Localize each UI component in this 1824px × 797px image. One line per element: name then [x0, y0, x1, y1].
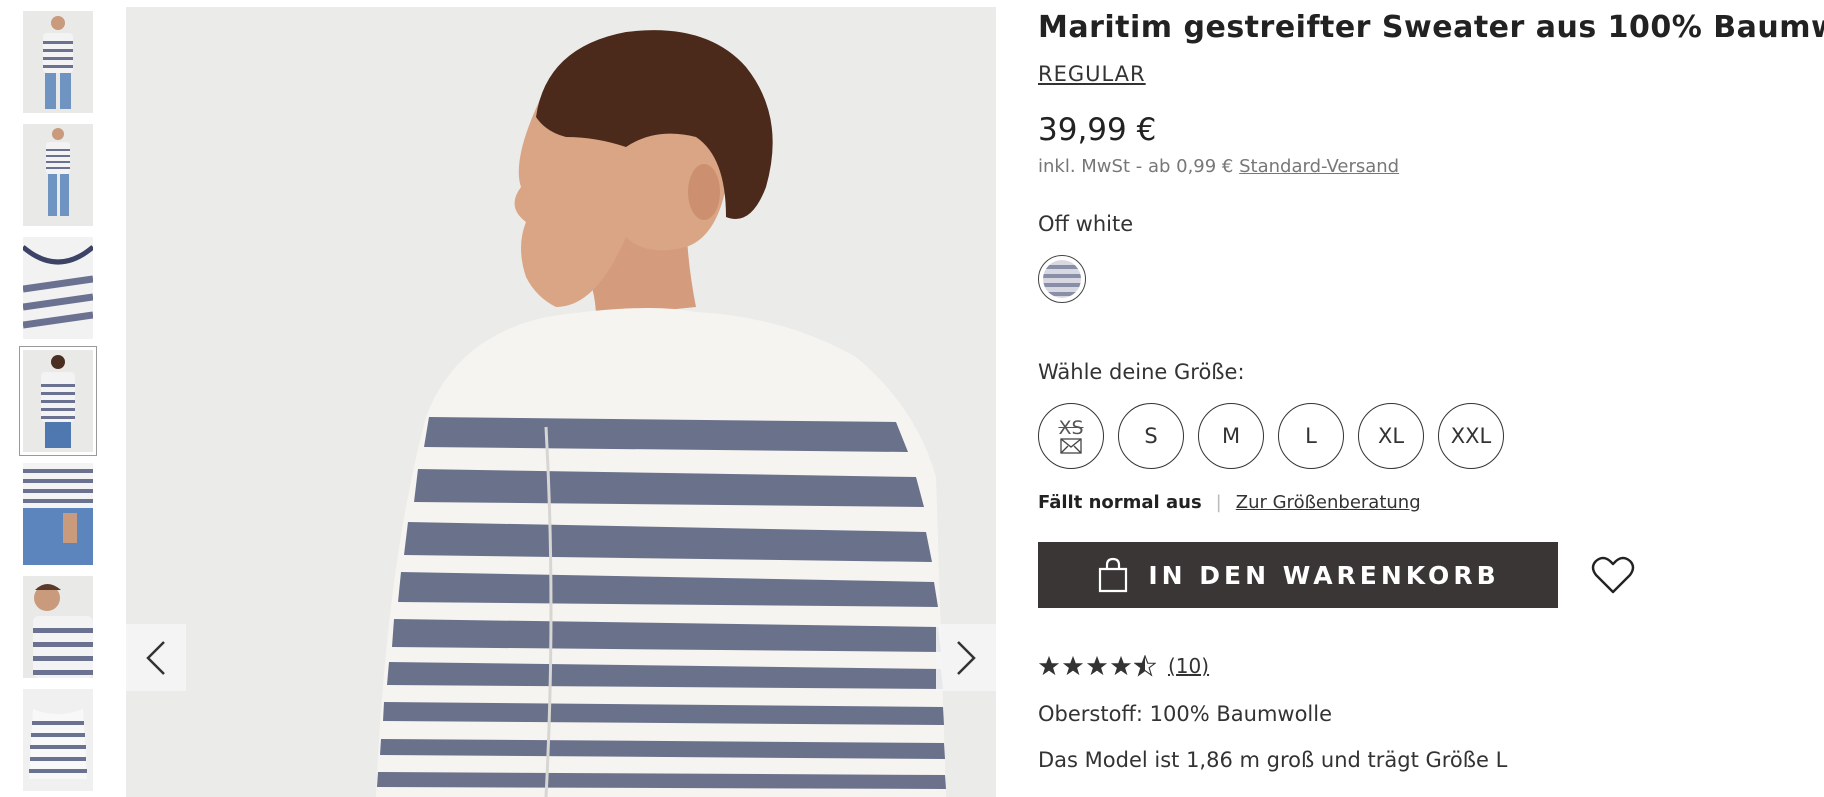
tax-shipping-note: inkl. MwSt - ab 0,99 € Standard-Versand	[1038, 156, 1399, 177]
chevron-left-icon	[146, 640, 165, 675]
thumbnail-6[interactable]	[23, 576, 93, 678]
star-icon	[1110, 655, 1132, 676]
product-photo	[126, 7, 996, 797]
fit-note: Fällt normal aus	[1038, 492, 1202, 513]
tax-note: inkl. MwSt - ab 0,99 €	[1038, 156, 1234, 177]
size-label: Wähle deine Größe:	[1038, 360, 1245, 384]
wishlist-button[interactable]	[1590, 552, 1636, 598]
thumbnail-gallery	[18, 11, 97, 797]
thumbnail-5[interactable]	[23, 463, 93, 565]
star-icon	[1086, 655, 1108, 676]
size-l-button[interactable]: L	[1278, 403, 1344, 469]
size-xs-button[interactable]: XS	[1038, 403, 1104, 469]
rating-row: (10)	[1038, 654, 1209, 678]
shipping-link[interactable]: Standard-Versand	[1239, 156, 1399, 177]
envelope-icon	[1060, 438, 1082, 454]
material-info: Oberstoff: 100% Baumwolle	[1038, 702, 1333, 726]
size-m-button[interactable]: M	[1198, 403, 1264, 469]
add-to-cart-button[interactable]: IN DEN WARENKORB	[1038, 542, 1558, 608]
size-advice-link[interactable]: Zur Größenberatung	[1236, 492, 1421, 513]
thumbnail-7[interactable]	[23, 689, 93, 791]
size-selector: XS S M L XL XXL	[1038, 403, 1504, 469]
size-xl-button[interactable]: XL	[1358, 403, 1424, 469]
size-l-label: L	[1305, 424, 1317, 448]
size-xl-label: XL	[1377, 424, 1405, 448]
thumbnail-2[interactable]	[23, 124, 93, 226]
next-image-button[interactable]	[936, 624, 996, 691]
add-to-cart-label: IN DEN WARENKORB	[1148, 560, 1500, 590]
size-xxl-button[interactable]: XXL	[1438, 403, 1504, 469]
product-price: 39,99 €	[1038, 112, 1157, 148]
model-info: Das Model ist 1,86 m groß und trägt Größ…	[1038, 748, 1508, 772]
size-xs-label: XS	[1058, 417, 1084, 439]
review-count-link[interactable]: (10)	[1168, 654, 1209, 678]
fit-separator: |	[1215, 492, 1222, 513]
size-m-label: M	[1221, 424, 1241, 448]
chevron-right-icon	[957, 640, 976, 675]
star-icon	[1062, 655, 1084, 676]
main-product-image	[126, 7, 996, 797]
prev-image-button[interactable]	[126, 624, 186, 691]
color-swatch-off-white[interactable]	[1038, 255, 1086, 303]
fit-type-link[interactable]: REGULAR	[1038, 62, 1146, 86]
rating-stars	[1038, 655, 1156, 677]
thumbnail-3[interactable]	[23, 237, 93, 339]
fit-info-row: Fällt normal aus | Zur Größenberatung	[1038, 492, 1421, 513]
color-name: Off white	[1038, 212, 1134, 236]
star-icon	[1038, 655, 1060, 676]
size-xxl-label: XXL	[1450, 424, 1492, 448]
thumbnail-4-active[interactable]	[19, 346, 97, 456]
heart-icon	[1591, 556, 1635, 594]
product-title: Maritim gestreifter Sweater aus 100% Bau…	[1038, 10, 1824, 45]
size-s-label: S	[1144, 424, 1158, 448]
star-half-icon	[1134, 655, 1156, 677]
thumbnail-1[interactable]	[23, 11, 93, 113]
swatch-pattern	[1043, 260, 1081, 298]
shopping-bag-icon	[1099, 557, 1128, 593]
size-s-button[interactable]: S	[1118, 403, 1184, 469]
